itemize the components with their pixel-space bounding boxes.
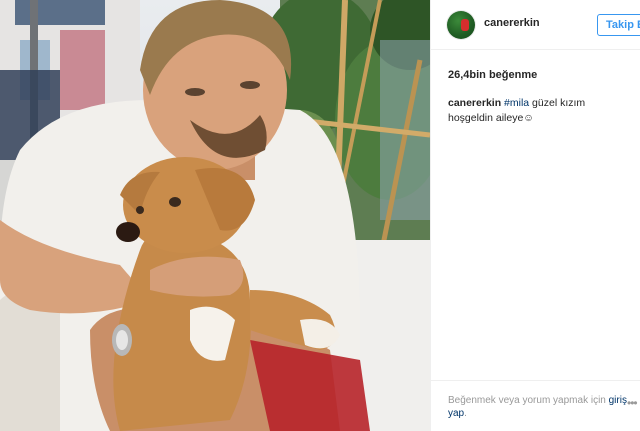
login-suffix: .	[464, 408, 467, 419]
more-options-icon[interactable]: •••	[627, 396, 638, 410]
post-footer: Beğenmek veya yorum yapmak için giriş ya…	[431, 380, 640, 431]
login-prompt: Beğenmek veya yorum yapmak için giriş ya…	[448, 394, 628, 420]
photo-illustration	[0, 0, 430, 431]
caption-username[interactable]: canererkin	[448, 97, 501, 109]
caption-hashtag[interactable]: #mila	[504, 97, 529, 109]
login-prompt-text: Beğenmek veya yorum yapmak için	[448, 395, 609, 406]
likes-count[interactable]: 26,4bin beğenme	[448, 69, 537, 81]
username-link[interactable]: canererkin	[484, 17, 540, 29]
post-side-panel: canererkin Takip Et 26,4bin beğenme cane…	[430, 0, 640, 431]
post-header: canererkin Takip Et	[431, 0, 640, 50]
avatar[interactable]	[447, 11, 475, 39]
post-caption: canererkin #mila güzel kızım hoşgeldin a…	[448, 96, 633, 126]
post-photo[interactable]	[0, 0, 430, 431]
follow-button[interactable]: Takip Et	[597, 14, 640, 36]
